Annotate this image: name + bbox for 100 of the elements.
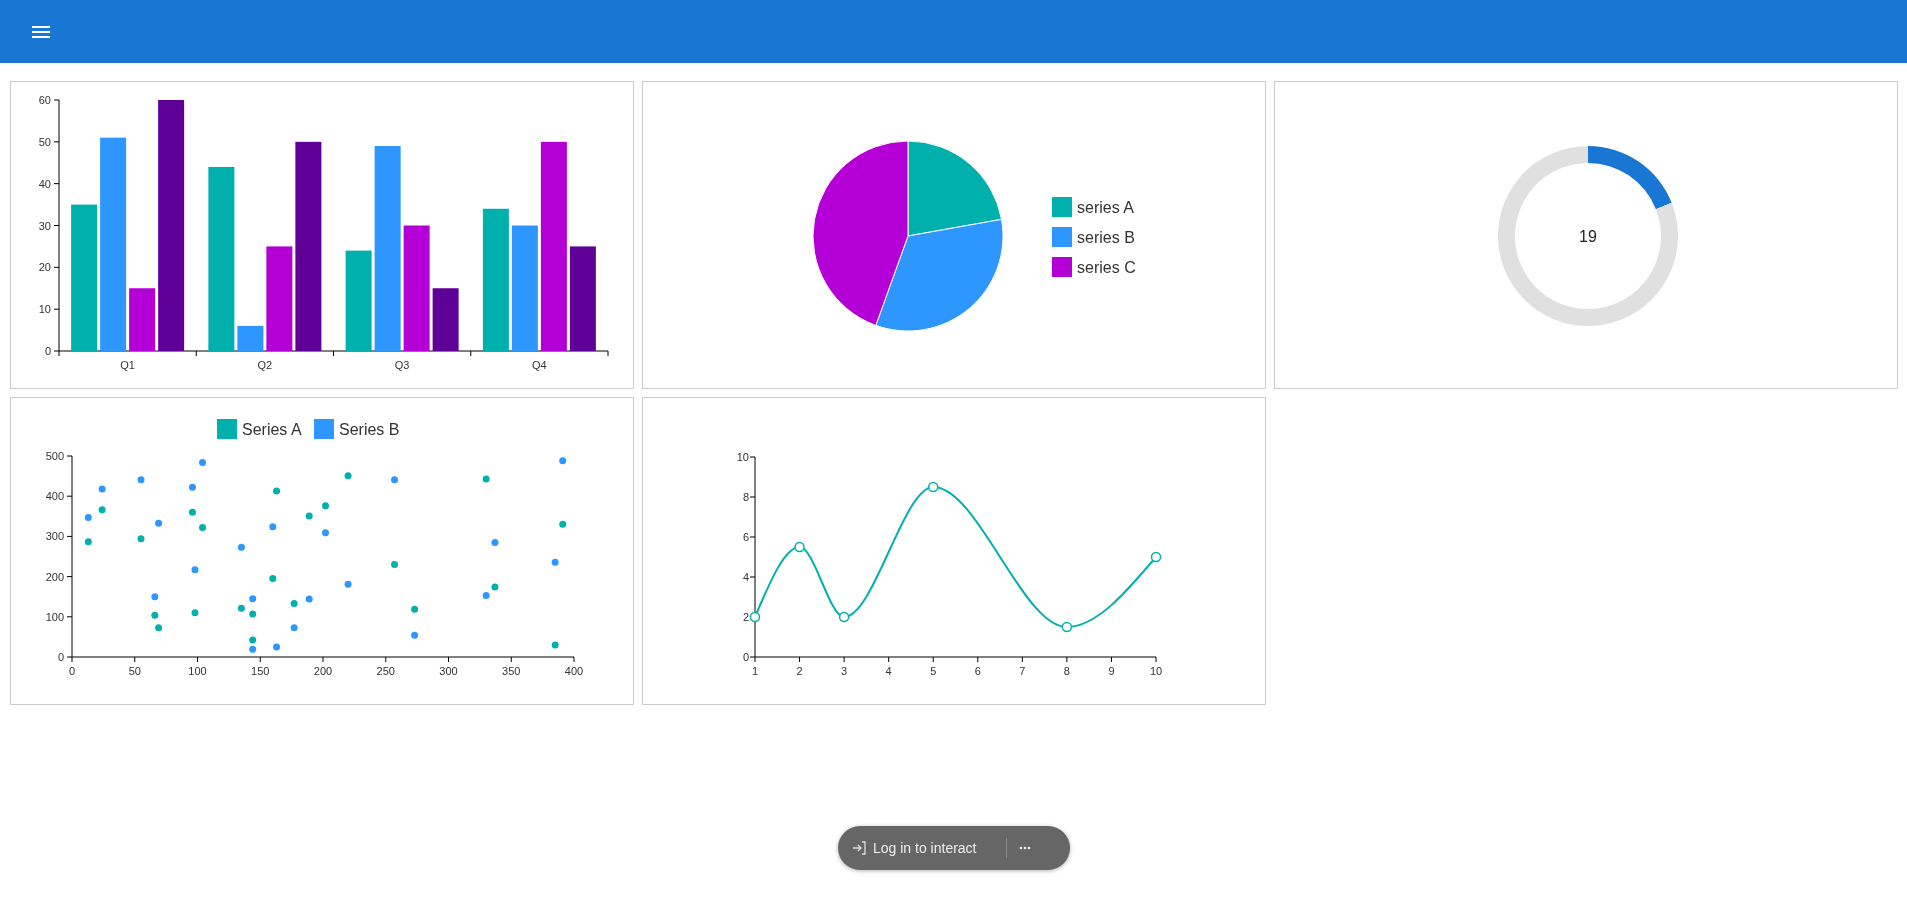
tick-label: 250 <box>376 665 395 677</box>
tick-label: 8 <box>742 491 749 503</box>
tick-label: Q1 <box>120 359 135 371</box>
tick-label: 400 <box>45 490 64 503</box>
data-point <box>344 580 352 588</box>
data-point <box>927 481 939 493</box>
data-point <box>199 524 206 532</box>
data-point <box>151 611 159 619</box>
tick-label: 5 <box>930 665 937 677</box>
data-point <box>749 611 761 623</box>
tick-label: Q3 <box>394 359 410 371</box>
login-button[interactable]: Log in to interact <box>838 833 977 863</box>
tick-label: 50 <box>38 135 51 148</box>
data-point <box>249 595 257 603</box>
tick-label: 300 <box>439 665 458 677</box>
tick-label: 300 <box>45 530 64 543</box>
data-point <box>305 512 313 520</box>
tick-label: 20 <box>38 261 51 274</box>
bar <box>432 288 459 351</box>
data-point <box>551 641 559 649</box>
data-point <box>191 566 199 574</box>
data-point <box>559 520 567 528</box>
legend-swatch <box>1052 257 1072 277</box>
data-point <box>98 506 106 514</box>
donut-value: 19 <box>1579 228 1597 245</box>
tick-label: 10 <box>736 451 749 463</box>
tick-label: 200 <box>45 570 64 583</box>
tick-label: 400 <box>564 665 584 677</box>
data-point <box>237 604 245 612</box>
data-point <box>411 605 419 613</box>
tick-label: 100 <box>188 665 207 677</box>
data-point <box>551 558 559 566</box>
tick-label: 8 <box>1063 665 1070 677</box>
tick-label: 50 <box>128 665 141 677</box>
tick-label: 60 <box>38 94 51 106</box>
tick-label: 40 <box>38 177 51 190</box>
data-point <box>237 543 245 551</box>
tick-label: 0 <box>44 345 51 357</box>
legend-label: Series A <box>242 421 302 438</box>
tick-label: 30 <box>38 219 51 232</box>
tick-label: 200 <box>313 665 333 677</box>
data-point <box>273 643 281 651</box>
tick-label: 0 <box>68 665 76 677</box>
data-point <box>322 502 329 510</box>
tick-label: 500 <box>45 450 64 462</box>
tick-label: 6 <box>742 531 749 543</box>
tick-label: 7 <box>1019 665 1026 677</box>
data-point <box>155 624 163 632</box>
data-point <box>249 610 257 618</box>
legend-swatch <box>217 419 237 439</box>
tick-label: 350 <box>502 665 521 677</box>
tick-label: 0 <box>742 651 749 663</box>
data-point <box>199 458 206 466</box>
data-point <box>1150 551 1162 563</box>
data-point <box>98 485 106 493</box>
legend-label: series B <box>1077 229 1135 246</box>
data-point <box>189 483 196 491</box>
data-point <box>137 476 145 484</box>
tick-label: 6 <box>974 665 981 677</box>
data-point <box>305 595 313 603</box>
legend-swatch <box>1052 197 1072 217</box>
data-point <box>391 561 399 569</box>
data-point <box>344 472 352 480</box>
tick-label: 100 <box>45 610 64 623</box>
data-point <box>84 538 92 546</box>
data-point <box>189 508 196 516</box>
data-point <box>482 475 490 483</box>
tick-label: Q4 <box>532 359 547 371</box>
tick-label: Q2 <box>257 359 273 371</box>
legend-label: series C <box>1077 259 1136 276</box>
data-point <box>273 487 281 495</box>
tick-label: 3 <box>841 665 848 677</box>
tick-label: 10 <box>38 303 51 316</box>
data-point <box>151 593 159 601</box>
bar <box>129 288 156 351</box>
tick-label: 2 <box>742 611 749 623</box>
data-point <box>491 538 499 546</box>
data-point <box>794 541 805 553</box>
data-point <box>322 529 329 537</box>
bar <box>237 325 264 351</box>
data-point <box>155 519 163 527</box>
tick-label: 10 <box>1149 665 1163 677</box>
login-icon <box>852 841 867 855</box>
data-point <box>290 600 298 608</box>
legend-label: series A <box>1077 199 1134 216</box>
data-point <box>290 624 298 632</box>
tick-label: 4 <box>742 571 749 583</box>
data-point <box>84 514 92 521</box>
data-point <box>411 631 419 639</box>
legend-label: Series B <box>339 421 400 438</box>
data-point <box>191 609 199 617</box>
tick-label: 1 <box>751 665 759 677</box>
data-point <box>391 476 399 484</box>
tick-label: 9 <box>1108 665 1115 677</box>
data-point <box>838 611 850 623</box>
data-point <box>137 535 145 543</box>
legend-swatch <box>314 419 334 439</box>
data-point <box>269 523 277 531</box>
legend-swatch <box>1052 227 1072 247</box>
data-point <box>1061 621 1073 633</box>
